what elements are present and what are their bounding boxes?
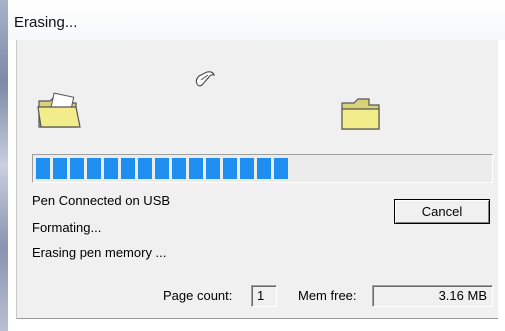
mem-free-label: Mem free:: [298, 288, 357, 303]
progress-block: [257, 158, 271, 179]
progress-fill: [36, 158, 288, 179]
title-bar[interactable]: Erasing...: [8, 0, 505, 40]
progress-block: [172, 158, 186, 179]
progress-block: [189, 158, 203, 179]
progress-block: [104, 158, 118, 179]
window-frame-left: [0, 0, 8, 331]
progress-block: [223, 158, 237, 179]
step-status: Formating...: [32, 220, 102, 235]
connection-status: Pen Connected on USB: [32, 193, 171, 208]
mem-free-field: 3.16 MB: [372, 285, 493, 307]
progress-block: [274, 158, 288, 179]
progress-block: [206, 158, 220, 179]
page-count-label: Page count:: [163, 288, 233, 303]
progress-block: [155, 158, 169, 179]
progress-bar: [32, 154, 493, 183]
action-status: Erasing pen memory ...: [32, 245, 167, 260]
folder-icon: [339, 95, 385, 136]
folder-open-icon: [36, 91, 82, 134]
progress-block: [53, 158, 67, 179]
progress-block: [70, 158, 84, 179]
progress-block: [240, 158, 254, 179]
progress-block: [36, 158, 50, 179]
cancel-button[interactable]: Cancel: [394, 199, 490, 224]
paper-sheet-icon: [193, 70, 217, 91]
page-count-field: 1: [251, 285, 277, 307]
progress-block: [138, 158, 152, 179]
window-title: Erasing...: [14, 14, 78, 31]
progress-block: [87, 158, 101, 179]
progress-block: [121, 158, 135, 179]
